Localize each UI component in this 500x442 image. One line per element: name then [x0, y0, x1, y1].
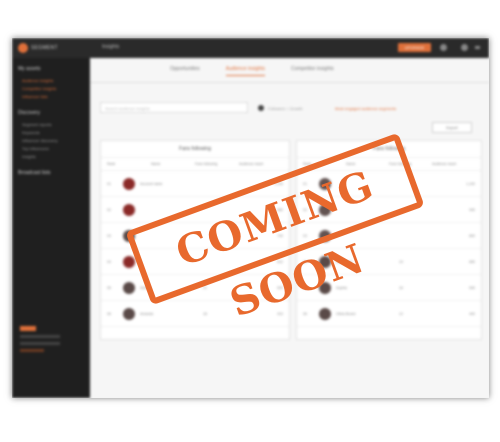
logo-icon	[18, 43, 28, 53]
rank-cell: 02	[107, 207, 111, 212]
breadcrumb: Insights	[102, 44, 120, 50]
value-cell: 18	[203, 311, 207, 316]
sidebar-item[interactable]: Influencer lists	[22, 94, 84, 99]
export-button[interactable]: Export	[432, 122, 472, 133]
value-cell: 1,100	[466, 181, 475, 186]
sidebar-item[interactable]: Top influencers	[22, 146, 84, 151]
footer-link[interactable]	[20, 335, 60, 338]
filter-link[interactable]: Most engaged audience segments	[335, 106, 396, 111]
avatar	[123, 177, 135, 190]
avatar	[123, 307, 135, 320]
value-cell: 19	[399, 259, 403, 264]
rank-cell: 01	[107, 181, 111, 186]
value-cell: 930	[469, 207, 475, 212]
sidebar-section-title: My assets	[18, 66, 41, 72]
tab-bar: Opportunities Audience insights Competit…	[170, 66, 334, 76]
name-cell: Amanda	[140, 311, 154, 316]
radio-button[interactable]	[258, 105, 264, 111]
sidebar-item[interactable]: Influencer discovery	[22, 138, 84, 143]
sidebar-item[interactable]: Keywords	[22, 130, 84, 135]
sidebar-item[interactable]: Competitor insights	[22, 86, 84, 91]
logo-text: SEGMENT	[31, 45, 58, 51]
sidebar-item[interactable]: Insights	[22, 154, 84, 159]
value-cell: 12	[399, 311, 403, 316]
upgrade-button[interactable]: UPGRADE	[398, 43, 431, 52]
tab-competitor-insights[interactable]: Competitor insights	[291, 66, 334, 76]
filter-label: Followers ○ Growth	[268, 106, 303, 111]
footer-link[interactable]	[20, 342, 60, 345]
tab-opportunities[interactable]: Opportunities	[170, 66, 200, 76]
tab-audience-insights[interactable]: Audience insights	[225, 66, 265, 76]
menu-icon[interactable]	[475, 46, 480, 49]
column-header[interactable]: Name	[151, 162, 195, 166]
footer-logo-icon	[20, 326, 36, 331]
divider	[90, 82, 489, 83]
column-header[interactable]: Audience reach	[239, 162, 283, 166]
value-cell: 440	[469, 311, 475, 316]
sidebar-section-title[interactable]: Broadcast lists	[18, 170, 84, 176]
column-header[interactable]: Rank	[107, 162, 151, 166]
column-header[interactable]: Audience reach	[432, 162, 475, 166]
avatar	[123, 281, 135, 294]
top-bar: SEGMENT Insights UPGRADE	[12, 38, 489, 58]
sidebar-item[interactable]: Audience insights	[22, 78, 84, 83]
avatar	[123, 255, 135, 268]
avatar[interactable]	[461, 44, 468, 51]
app-logo[interactable]: SEGMENT	[18, 43, 58, 53]
value-cell: 800	[469, 233, 475, 238]
column-header[interactable]: Fans following	[195, 162, 239, 166]
rank-cell: 06	[107, 311, 111, 316]
notification-icon[interactable]	[440, 44, 447, 51]
sidebar: My assets Audience insights Competitor i…	[12, 58, 90, 398]
sidebar-item[interactable]: Segment reports	[22, 122, 84, 127]
value-cell: 530	[469, 285, 475, 290]
rank-cell: 05	[107, 285, 111, 290]
panel-title: Fans following	[101, 141, 289, 158]
avatar	[123, 203, 135, 216]
name-cell: Account name	[140, 181, 163, 186]
footer-link[interactable]	[20, 349, 44, 352]
sidebar-footer	[20, 326, 76, 356]
avatar	[319, 307, 331, 320]
rank-cell: 03	[107, 233, 111, 238]
table-header: Rank Name Fans following Audience reach	[101, 158, 289, 171]
search-input[interactable]: Search audience insights	[100, 102, 248, 113]
rank-cell: 04	[107, 259, 111, 264]
name-cell: Olivia Brown	[336, 311, 356, 316]
value-cell: 650	[469, 259, 475, 264]
sidebar-section-title: Discovery	[18, 110, 40, 116]
value-cell: 16	[399, 285, 403, 290]
